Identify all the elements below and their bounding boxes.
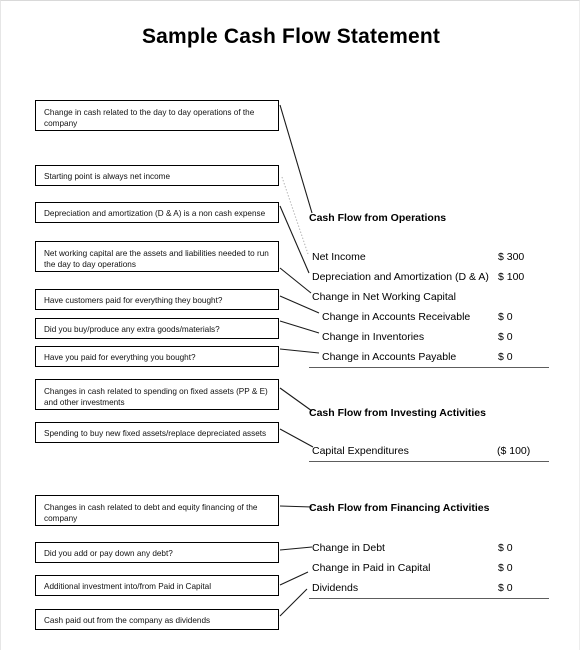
note-text: Change in cash related to the day to day…	[44, 108, 255, 128]
line-value: $ 0	[498, 351, 513, 363]
line-value: $ 0	[498, 582, 513, 594]
line-label: Capital Expenditures	[312, 445, 409, 457]
line-value: $ 300	[498, 251, 525, 263]
line-label: Change in Accounts Payable	[322, 351, 457, 363]
line-label: Change in Paid in Capital	[312, 562, 431, 574]
line-label: Change in Net Working Capital	[312, 291, 456, 303]
line-label: Dividends	[312, 582, 359, 594]
page-title: Sample Cash Flow Statement	[141, 25, 441, 48]
note-text: Additional investment into/from Paid in …	[44, 582, 212, 591]
note-box-accounts-payable: Have you paid for everything you bought?	[35, 346, 279, 367]
note-box-depreciation: Depreciation and amortization (D & A) is…	[35, 202, 279, 223]
note-box-operations: Change in cash related to the day to day…	[35, 100, 279, 131]
note-box-debt: Did you add or pay down any debt?	[35, 542, 279, 563]
note-text: Did you buy/produce any extra goods/mate…	[44, 325, 220, 334]
line-label: Depreciation and Amortization (D & A)	[312, 271, 489, 283]
section-heading-financing: Cash Flow from Financing Activities	[309, 502, 490, 514]
note-box-financing: Changes in cash related to debt and equi…	[35, 495, 279, 526]
line-value: $ 100	[498, 271, 525, 283]
line-label: Change in Debt	[312, 542, 385, 554]
total-rule-investing	[309, 461, 549, 462]
cash-flow-statement-page: Sample Cash Flow Statement Change in cas…	[0, 0, 580, 650]
section-heading-investing: Cash Flow from Investing Activities	[309, 407, 486, 419]
note-box-inventories: Did you buy/produce any extra goods/mate…	[35, 318, 279, 339]
line-value: $ 0	[498, 331, 513, 343]
note-text: Starting point is always net income	[44, 172, 171, 181]
line-value: $ 0	[498, 562, 513, 574]
line-label: Change in Accounts Receivable	[322, 311, 471, 323]
note-box-capital-expenditures: Spending to buy new fixed assets/replace…	[35, 422, 279, 443]
line-value: $ 0	[498, 311, 513, 323]
note-text: Cash paid out from the company as divide…	[44, 616, 211, 625]
total-rule-financing	[309, 598, 549, 599]
line-label: Change in Inventories	[322, 331, 425, 343]
note-text: Changes in cash related to spending on f…	[44, 387, 268, 407]
note-box-paid-in-capital: Additional investment into/from Paid in …	[35, 575, 279, 596]
section-heading-operations: Cash Flow from Operations	[309, 212, 447, 224]
note-text: Have you paid for everything you bought?	[44, 353, 196, 362]
note-box-net-income: Starting point is always net income	[35, 165, 279, 186]
note-box-dividends: Cash paid out from the company as divide…	[35, 609, 279, 630]
note-text: Changes in cash related to debt and equi…	[44, 503, 258, 523]
note-text: Spending to buy new fixed assets/replace…	[44, 429, 267, 438]
note-box-accounts-receivable: Have customers paid for everything they …	[35, 289, 279, 310]
note-text: Have customers paid for everything they …	[44, 296, 223, 305]
note-text: Did you add or pay down any debt?	[44, 549, 173, 558]
note-box-working-capital: Net working capital are the assets and l…	[35, 241, 279, 272]
note-box-investing: Changes in cash related to spending on f…	[35, 379, 279, 410]
note-text: Net working capital are the assets and l…	[44, 249, 269, 269]
line-value: ($ 100)	[497, 445, 531, 457]
line-label: Net Income	[312, 251, 366, 263]
note-text: Depreciation and amortization (D & A) is…	[44, 209, 266, 218]
line-value: $ 0	[498, 542, 513, 554]
total-rule-operations	[309, 367, 549, 368]
